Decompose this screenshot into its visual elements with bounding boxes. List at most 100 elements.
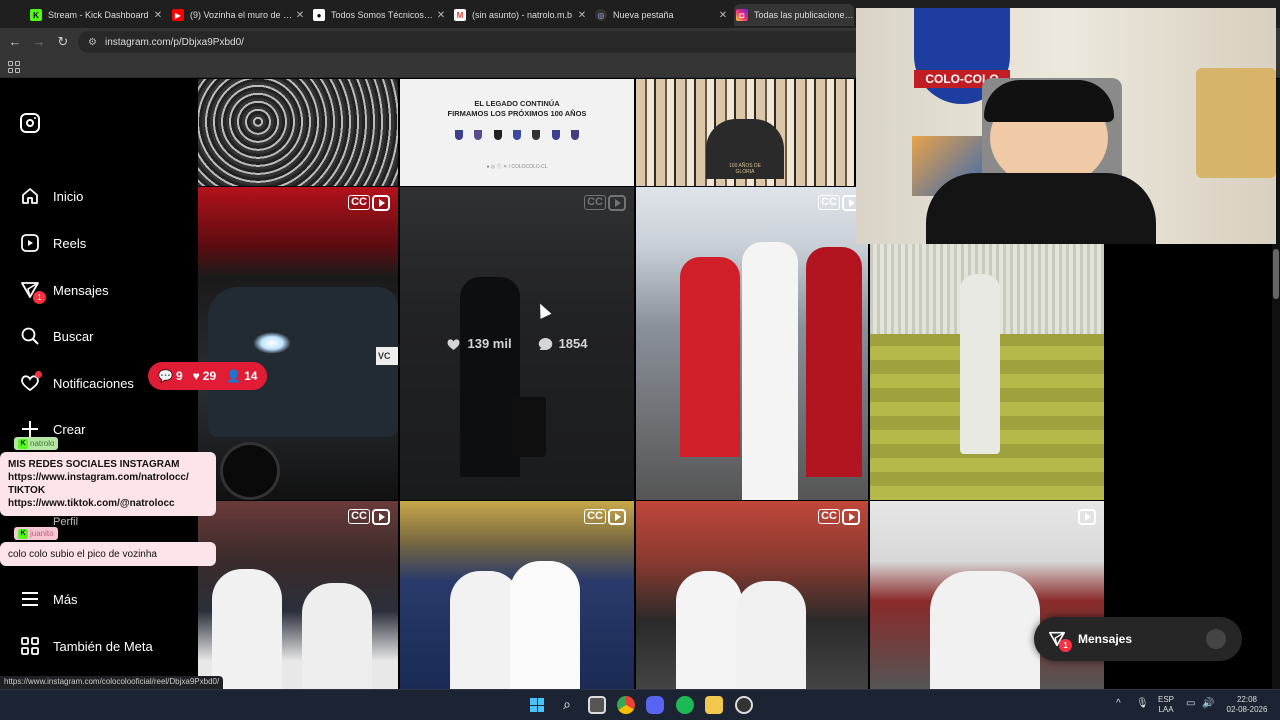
sidebar-item-mensajes[interactable]: 1 Mensajes [20, 277, 109, 304]
scrollbar-thumb[interactable] [1273, 249, 1279, 299]
instagram-logo-icon[interactable] [20, 113, 40, 133]
close-tab-icon[interactable]: ✕ [151, 10, 165, 21]
post-thumbnail[interactable]: 100 AÑOS DE GLORIA [636, 79, 854, 186]
close-tab-icon[interactable]: ✕ [575, 10, 589, 21]
kick-badge-icon: K [18, 438, 28, 449]
tab-gmail[interactable]: M (sin asunto) - natrolo.m.b ✕ [454, 4, 589, 26]
sidebar-item-label: Más [53, 591, 78, 607]
gmail-icon: M [454, 9, 466, 21]
sidebar-item-reels[interactable]: Reels [20, 230, 86, 256]
post-thumbnail[interactable]: CC [198, 501, 398, 689]
back-icon[interactable]: ← [6, 33, 24, 51]
messenger-icon: 1 [1048, 630, 1072, 652]
tab-youtube[interactable]: ▶ (9) Vozinha el muro de Ca ✕ [172, 4, 307, 26]
followers-count: 👤 14 [226, 369, 258, 383]
streamer-webcam: COLO-COLO [856, 8, 1276, 244]
home-icon [20, 186, 40, 206]
close-tab-icon[interactable]: ✕ [434, 10, 448, 21]
sidebar-item-label: Reels [53, 235, 87, 251]
heart-icon [20, 371, 42, 393]
tab-todos-somos-tecnicos[interactable]: ● Todos Somos Técnicos • H ✕ [313, 4, 448, 26]
post-thumbnail[interactable] [870, 244, 1104, 500]
headlight [253, 332, 291, 354]
person-icon: 👤 [226, 369, 242, 383]
chat-count: 💬 9 [158, 369, 183, 383]
post-thumbnail[interactable] [198, 79, 398, 186]
reel-icon [372, 509, 390, 525]
post-thumbnail[interactable]: CC [400, 501, 634, 689]
sidebar-item-label: Perfil [53, 516, 79, 528]
sidebar-item-label: Buscar [53, 328, 94, 344]
sidebar-item-mas[interactable]: Más [20, 586, 78, 612]
player-white-kit [302, 583, 372, 689]
player-white-kit [742, 242, 798, 500]
sidebar-item-notificaciones[interactable]: Notificaciones [20, 370, 134, 396]
search-icon[interactable]: ⌕ [558, 696, 576, 714]
kick-icon: K [30, 9, 42, 21]
colo-colo-logo-icon: CC [818, 195, 840, 210]
windows-taskbar: ⌕ ^ 🎙 ESP LAA ▭ 🔊 22:08 02-08-2026 [0, 689, 1280, 720]
post-thumbnail[interactable]: CC [636, 187, 868, 500]
meta-icon [20, 636, 40, 656]
sidebar-item-tambien-de-meta[interactable]: También de Meta [20, 633, 153, 659]
post-banner-footer: ● ◎ ⓕ ✕ / COLOCOLO.CL [486, 164, 548, 170]
sidebar-item-inicio[interactable]: Inicio [20, 183, 83, 209]
club-shields-row [455, 130, 579, 140]
avatar [1206, 629, 1226, 649]
chevron-up-icon[interactable]: ^ [1116, 699, 1121, 709]
colo-colo-logo-icon: CC [818, 509, 840, 524]
forward-icon[interactable]: → [30, 33, 48, 51]
post-thumbnail[interactable]: VC CC [198, 187, 398, 500]
tab-nueva-pestana[interactable]: ◎ Nueva pestaña ✕ [595, 4, 730, 26]
microphone-icon[interactable]: 🎙 [1136, 699, 1149, 709]
car-wheel [220, 442, 280, 500]
post-banner-line1: EL LEGADO CONTINÚA [474, 99, 560, 108]
colo-colo-logo-icon: CC [348, 195, 370, 210]
tab-instagram[interactable]: ◘ Todas las publicaciones • I [734, 4, 854, 26]
network-icon[interactable]: ▭ [1186, 699, 1195, 709]
chat-bubble-icon: 💬 [158, 369, 173, 383]
apps-grid-icon[interactable] [8, 61, 20, 73]
language-indicator[interactable]: ESP LAA [1158, 695, 1174, 715]
windows-start-icon[interactable] [528, 696, 546, 714]
discord-icon[interactable] [646, 696, 664, 714]
sidebar-item-label: Crear [53, 421, 86, 437]
colo-colo-logo-icon: CC [348, 509, 370, 524]
search-icon [20, 326, 40, 346]
kick-badge-icon: K [18, 528, 28, 539]
obs-icon[interactable] [735, 696, 753, 714]
post-thumbnail[interactable]: EL LEGADO CONTINÚA FIRMAMOS LOS PRÓXIMOS… [400, 79, 634, 186]
player-white-kit [212, 569, 282, 689]
volume-icon[interactable]: 🔊 [1202, 699, 1214, 709]
clock[interactable]: 22:08 02-08-2026 [1224, 695, 1270, 715]
notification-dot [35, 371, 42, 378]
url-text: instagram.com/p/Dbjxa9Pxbd0/ [104, 36, 244, 48]
sidebar-item-buscar[interactable]: Buscar [20, 323, 93, 349]
messages-floating-button[interactable]: 1 Mensajes [1034, 617, 1242, 661]
tst-icon: ● [313, 9, 325, 21]
task-view-icon[interactable] [588, 696, 606, 714]
post-thumbnail[interactable]: CC [636, 501, 868, 689]
reel-icon [1078, 509, 1096, 525]
post-thumbnail-hovered[interactable]: CC 139 mil 1854 [400, 187, 634, 500]
streamer-hair [984, 80, 1114, 122]
chrome-taskbar-icon[interactable] [617, 696, 635, 714]
post-hover-stats: 139 mil 1854 [400, 187, 634, 500]
close-tab-icon[interactable]: ✕ [716, 10, 730, 21]
site-info-icon[interactable]: ⚙ [88, 37, 97, 48]
file-explorer-icon[interactable] [705, 696, 723, 714]
unread-badge: 1 [1059, 639, 1072, 652]
chat-username-tag: Kjuanito [14, 527, 58, 540]
heart-icon: ♥ [192, 369, 200, 383]
stream-counters: 💬 9 ♥ 29 👤 14 [148, 362, 268, 390]
tab-kick-dashboard[interactable]: K Stream - Kick Dashboard ✕ [30, 4, 165, 26]
address-bar[interactable]: ⚙ instagram.com/p/Dbjxa9Pxbd0/ [78, 31, 868, 53]
reel-icon [372, 195, 390, 211]
spotify-icon[interactable] [676, 696, 694, 714]
reload-icon[interactable]: ↻ [54, 33, 72, 51]
streamer-body [926, 173, 1156, 244]
player-white-kit [736, 581, 806, 689]
likes-stat: 139 mil [446, 336, 512, 351]
reel-icon [842, 509, 860, 525]
close-tab-icon[interactable]: ✕ [293, 10, 307, 21]
